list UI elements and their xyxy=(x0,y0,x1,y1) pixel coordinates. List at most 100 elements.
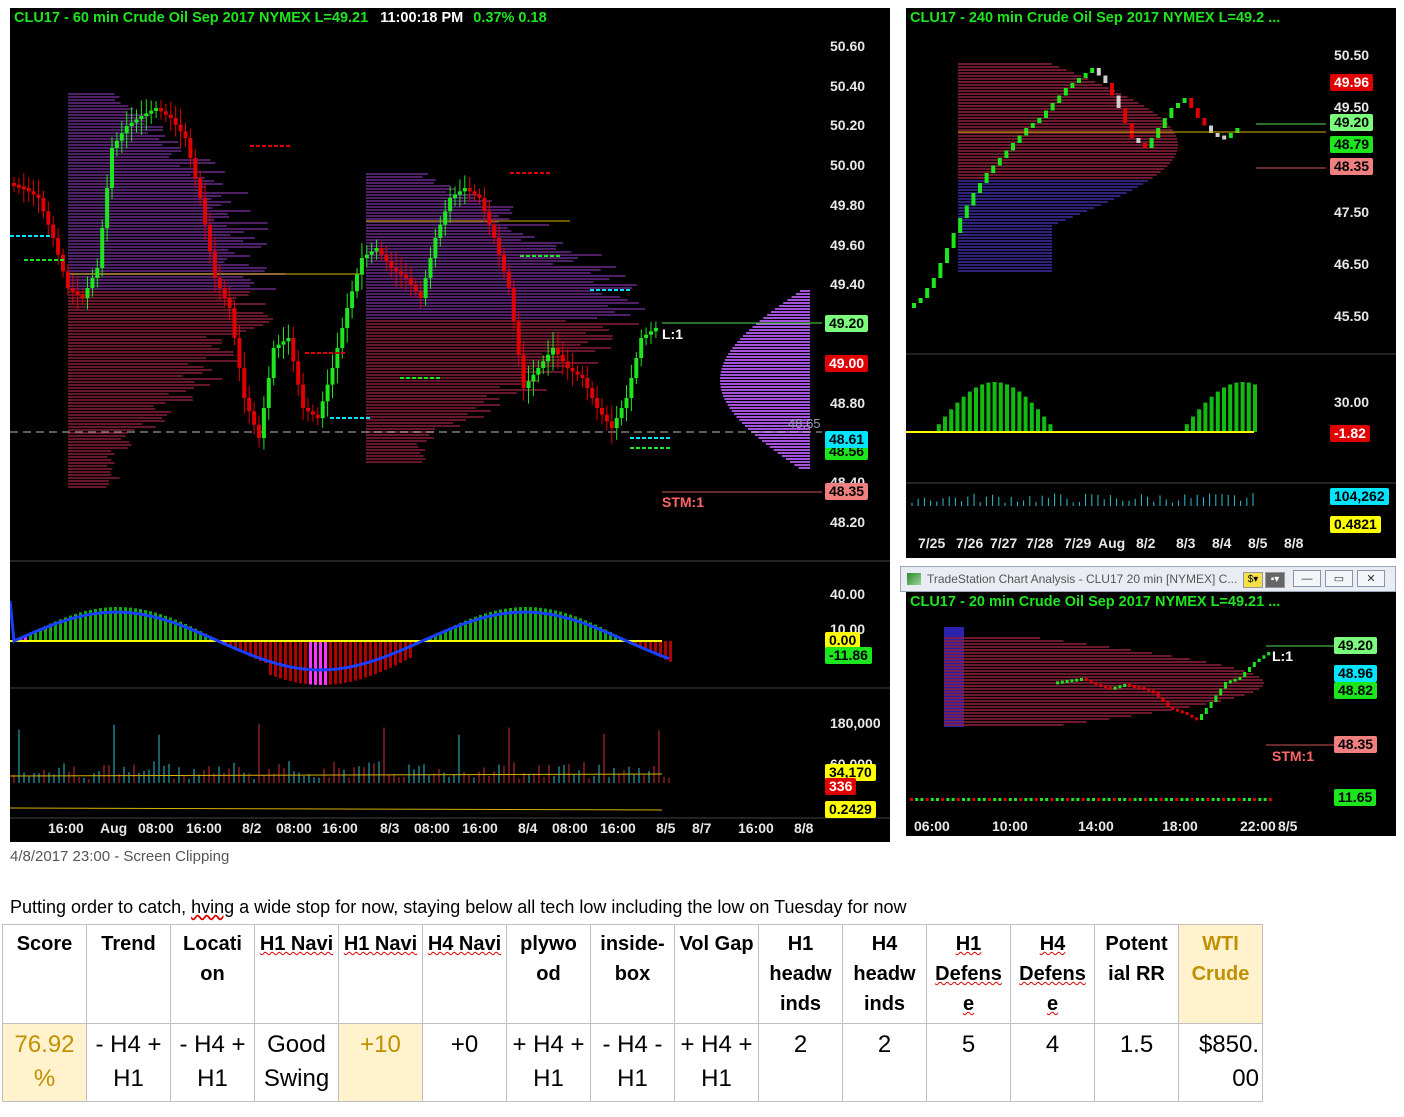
volume-profile-bar xyxy=(785,458,810,460)
time-tick: 08:00 xyxy=(276,820,312,836)
volume-profile-bar xyxy=(944,682,1264,684)
candle-body xyxy=(1243,672,1247,677)
candle-body xyxy=(624,398,629,408)
volume-profile-bar xyxy=(68,462,115,464)
oscillator-bar xyxy=(1234,382,1239,432)
oscillator-bar xyxy=(1215,391,1220,432)
volume-profile-bar xyxy=(958,171,1161,173)
note-text: Putting order to catch, xyxy=(10,897,192,917)
price-level-badge: 48.35 xyxy=(825,483,869,500)
volume-profile-bar xyxy=(366,317,598,319)
candle-body xyxy=(193,158,198,178)
candle-body xyxy=(1152,690,1155,694)
candle-body xyxy=(984,173,989,183)
volume-profile-bar xyxy=(767,314,810,316)
candle-body xyxy=(1209,702,1213,708)
candle-body xyxy=(1204,708,1208,714)
volume-profile-bar xyxy=(944,691,1254,693)
chart-60min[interactable]: CLU17 - 60 min Crude Oil Sep 2017 NYMEX … xyxy=(10,8,890,842)
candle-body xyxy=(110,148,114,188)
volume-profile-bar xyxy=(366,422,454,424)
candle-body xyxy=(1128,684,1131,687)
volume-profile-bar xyxy=(68,318,274,320)
volume-profile-bar xyxy=(366,392,517,394)
candle-body xyxy=(1182,98,1187,103)
minimize-button[interactable]: — xyxy=(1293,570,1321,587)
oscillator-bar xyxy=(1222,387,1226,432)
oscillator-bar xyxy=(1036,409,1040,432)
candle-body xyxy=(472,191,477,195)
price-level-badge: 49.00 xyxy=(825,355,869,372)
header-text: H1 Defens e xyxy=(935,933,1002,1015)
volume-profile-bar xyxy=(794,464,810,466)
window-titlebar[interactable]: TradeStation Chart Analysis - CLU17 20 m… xyxy=(900,566,1396,592)
candle-body xyxy=(639,338,644,358)
volume-profile-bar xyxy=(68,465,108,467)
volume-profile-bar xyxy=(68,141,179,143)
volume-profile-bar xyxy=(958,126,1171,128)
note-text: a wide stop for now, staying below all t… xyxy=(234,897,907,917)
oscillator-bar xyxy=(274,641,277,677)
oscillator-bar xyxy=(1197,409,1202,432)
candle-body xyxy=(560,354,565,362)
candle-body xyxy=(369,251,374,255)
value-cell: - H4 + H1 xyxy=(86,1023,171,1102)
oscillator-dot xyxy=(1170,798,1173,801)
chart-20min[interactable]: CLU17 - 20 min Crude Oil Sep 2017 NYMEX … xyxy=(906,592,1396,836)
candle-body xyxy=(384,254,389,262)
oscillator-dot xyxy=(1060,798,1064,801)
time-tick: 08:00 xyxy=(552,820,588,836)
volume-profile-bar xyxy=(68,360,240,362)
volume-profile-bar xyxy=(68,414,168,416)
currency-icon[interactable]: $▾ xyxy=(1243,572,1263,588)
volume-profile-bar xyxy=(366,188,455,190)
candle-body xyxy=(1180,710,1184,714)
price-level-badge: 48.35 xyxy=(1330,158,1374,175)
volume-profile-bar xyxy=(725,401,810,403)
volume-profile-bar xyxy=(944,670,1245,672)
oscillator-bar xyxy=(992,382,997,432)
oscillator-dot xyxy=(1055,798,1059,801)
chart-240min-plot[interactable] xyxy=(906,8,1396,558)
volume-profile-bar xyxy=(366,260,574,262)
candle-body xyxy=(1056,681,1059,685)
volume-profile-bar xyxy=(944,643,1087,645)
candle-body xyxy=(580,374,585,378)
volume-profile-bar xyxy=(366,377,524,379)
header-cell: H1 Navi xyxy=(338,924,423,1024)
volume-profile-bar xyxy=(366,284,637,286)
oscillator-bar xyxy=(359,641,362,680)
maximize-button[interactable]: ▭ xyxy=(1325,570,1353,587)
candle-body xyxy=(958,218,963,233)
volume-profile-bar xyxy=(68,222,268,224)
candle-body xyxy=(604,414,609,422)
chart-60min-plot[interactable] xyxy=(10,8,890,842)
volume-profile-bar xyxy=(944,724,1064,726)
chart-240min[interactable]: CLU17 - 240 min Crude Oil Sep 2017 NYMEX… xyxy=(906,8,1396,558)
candle-body xyxy=(1103,75,1108,83)
candle-body xyxy=(105,188,110,228)
vol-badge: 336 xyxy=(825,778,857,795)
candle-body xyxy=(51,224,56,238)
volume-profile-bar xyxy=(944,676,1260,678)
value-cell: $850. 00 xyxy=(1178,1023,1263,1102)
toolbar-icon[interactable]: ▪▾ xyxy=(1265,572,1285,588)
value-cell: Good Swing xyxy=(254,1023,339,1102)
oscillator-dot xyxy=(1123,798,1127,801)
oscillator-dot xyxy=(920,798,924,801)
volume-profile-bar xyxy=(366,323,639,325)
price-tick: 49.40 xyxy=(830,276,866,292)
candle-body xyxy=(531,374,536,382)
candle-body xyxy=(1171,707,1175,710)
candle-body xyxy=(502,254,506,272)
chart-20min-plot[interactable] xyxy=(906,592,1396,836)
volume-profile-bar xyxy=(68,336,207,338)
candle-body xyxy=(389,261,394,268)
volume-profile-bar xyxy=(68,372,203,374)
candle-body xyxy=(296,361,301,385)
candle-body xyxy=(183,131,188,138)
close-button[interactable]: ✕ xyxy=(1357,570,1385,587)
candle-body xyxy=(585,378,590,388)
candle-body xyxy=(394,268,399,272)
marker-l: L:1 xyxy=(662,326,683,342)
